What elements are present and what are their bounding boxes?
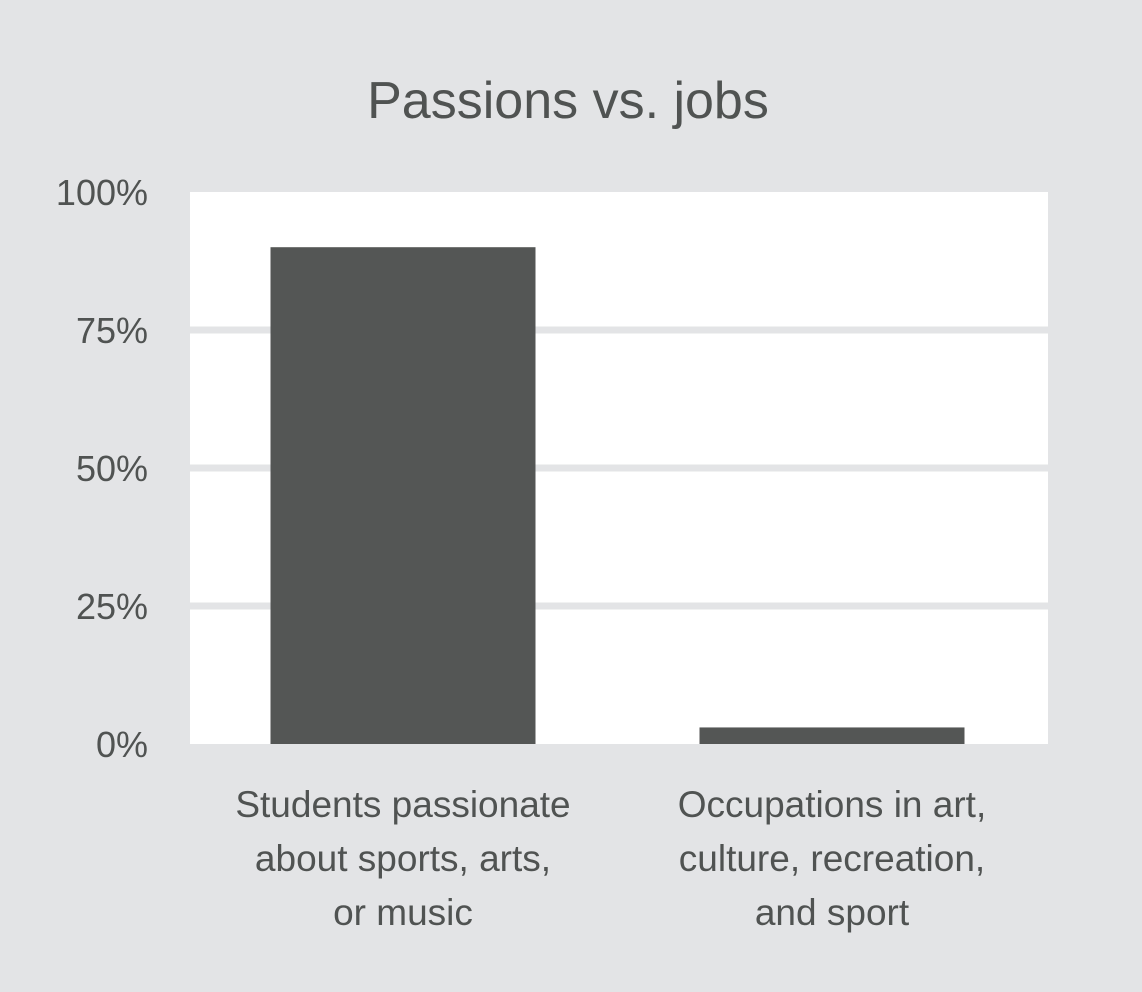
y-tick-label: 50% bbox=[76, 448, 148, 489]
x-category-label-line: about sports, arts, bbox=[255, 838, 551, 879]
x-category-label-line: Occupations in art, bbox=[678, 784, 986, 825]
x-category-label-line: or music bbox=[333, 892, 473, 933]
y-tick-label: 25% bbox=[76, 586, 148, 627]
x-category-label-line: and sport bbox=[755, 892, 910, 933]
y-tick-label: 75% bbox=[76, 310, 148, 351]
bar bbox=[699, 727, 965, 744]
y-tick-label: 100% bbox=[56, 172, 148, 213]
y-tick-label: 0% bbox=[96, 724, 148, 765]
chart-title: Passions vs. jobs bbox=[367, 72, 769, 130]
x-category-label-line: culture, recreation, bbox=[679, 838, 985, 879]
chart: Passions vs. jobs 0% 25% 50% 75% 100% Studen… bbox=[0, 0, 1142, 992]
bar bbox=[270, 247, 536, 744]
x-category-label-line: Students passionate bbox=[235, 784, 570, 825]
